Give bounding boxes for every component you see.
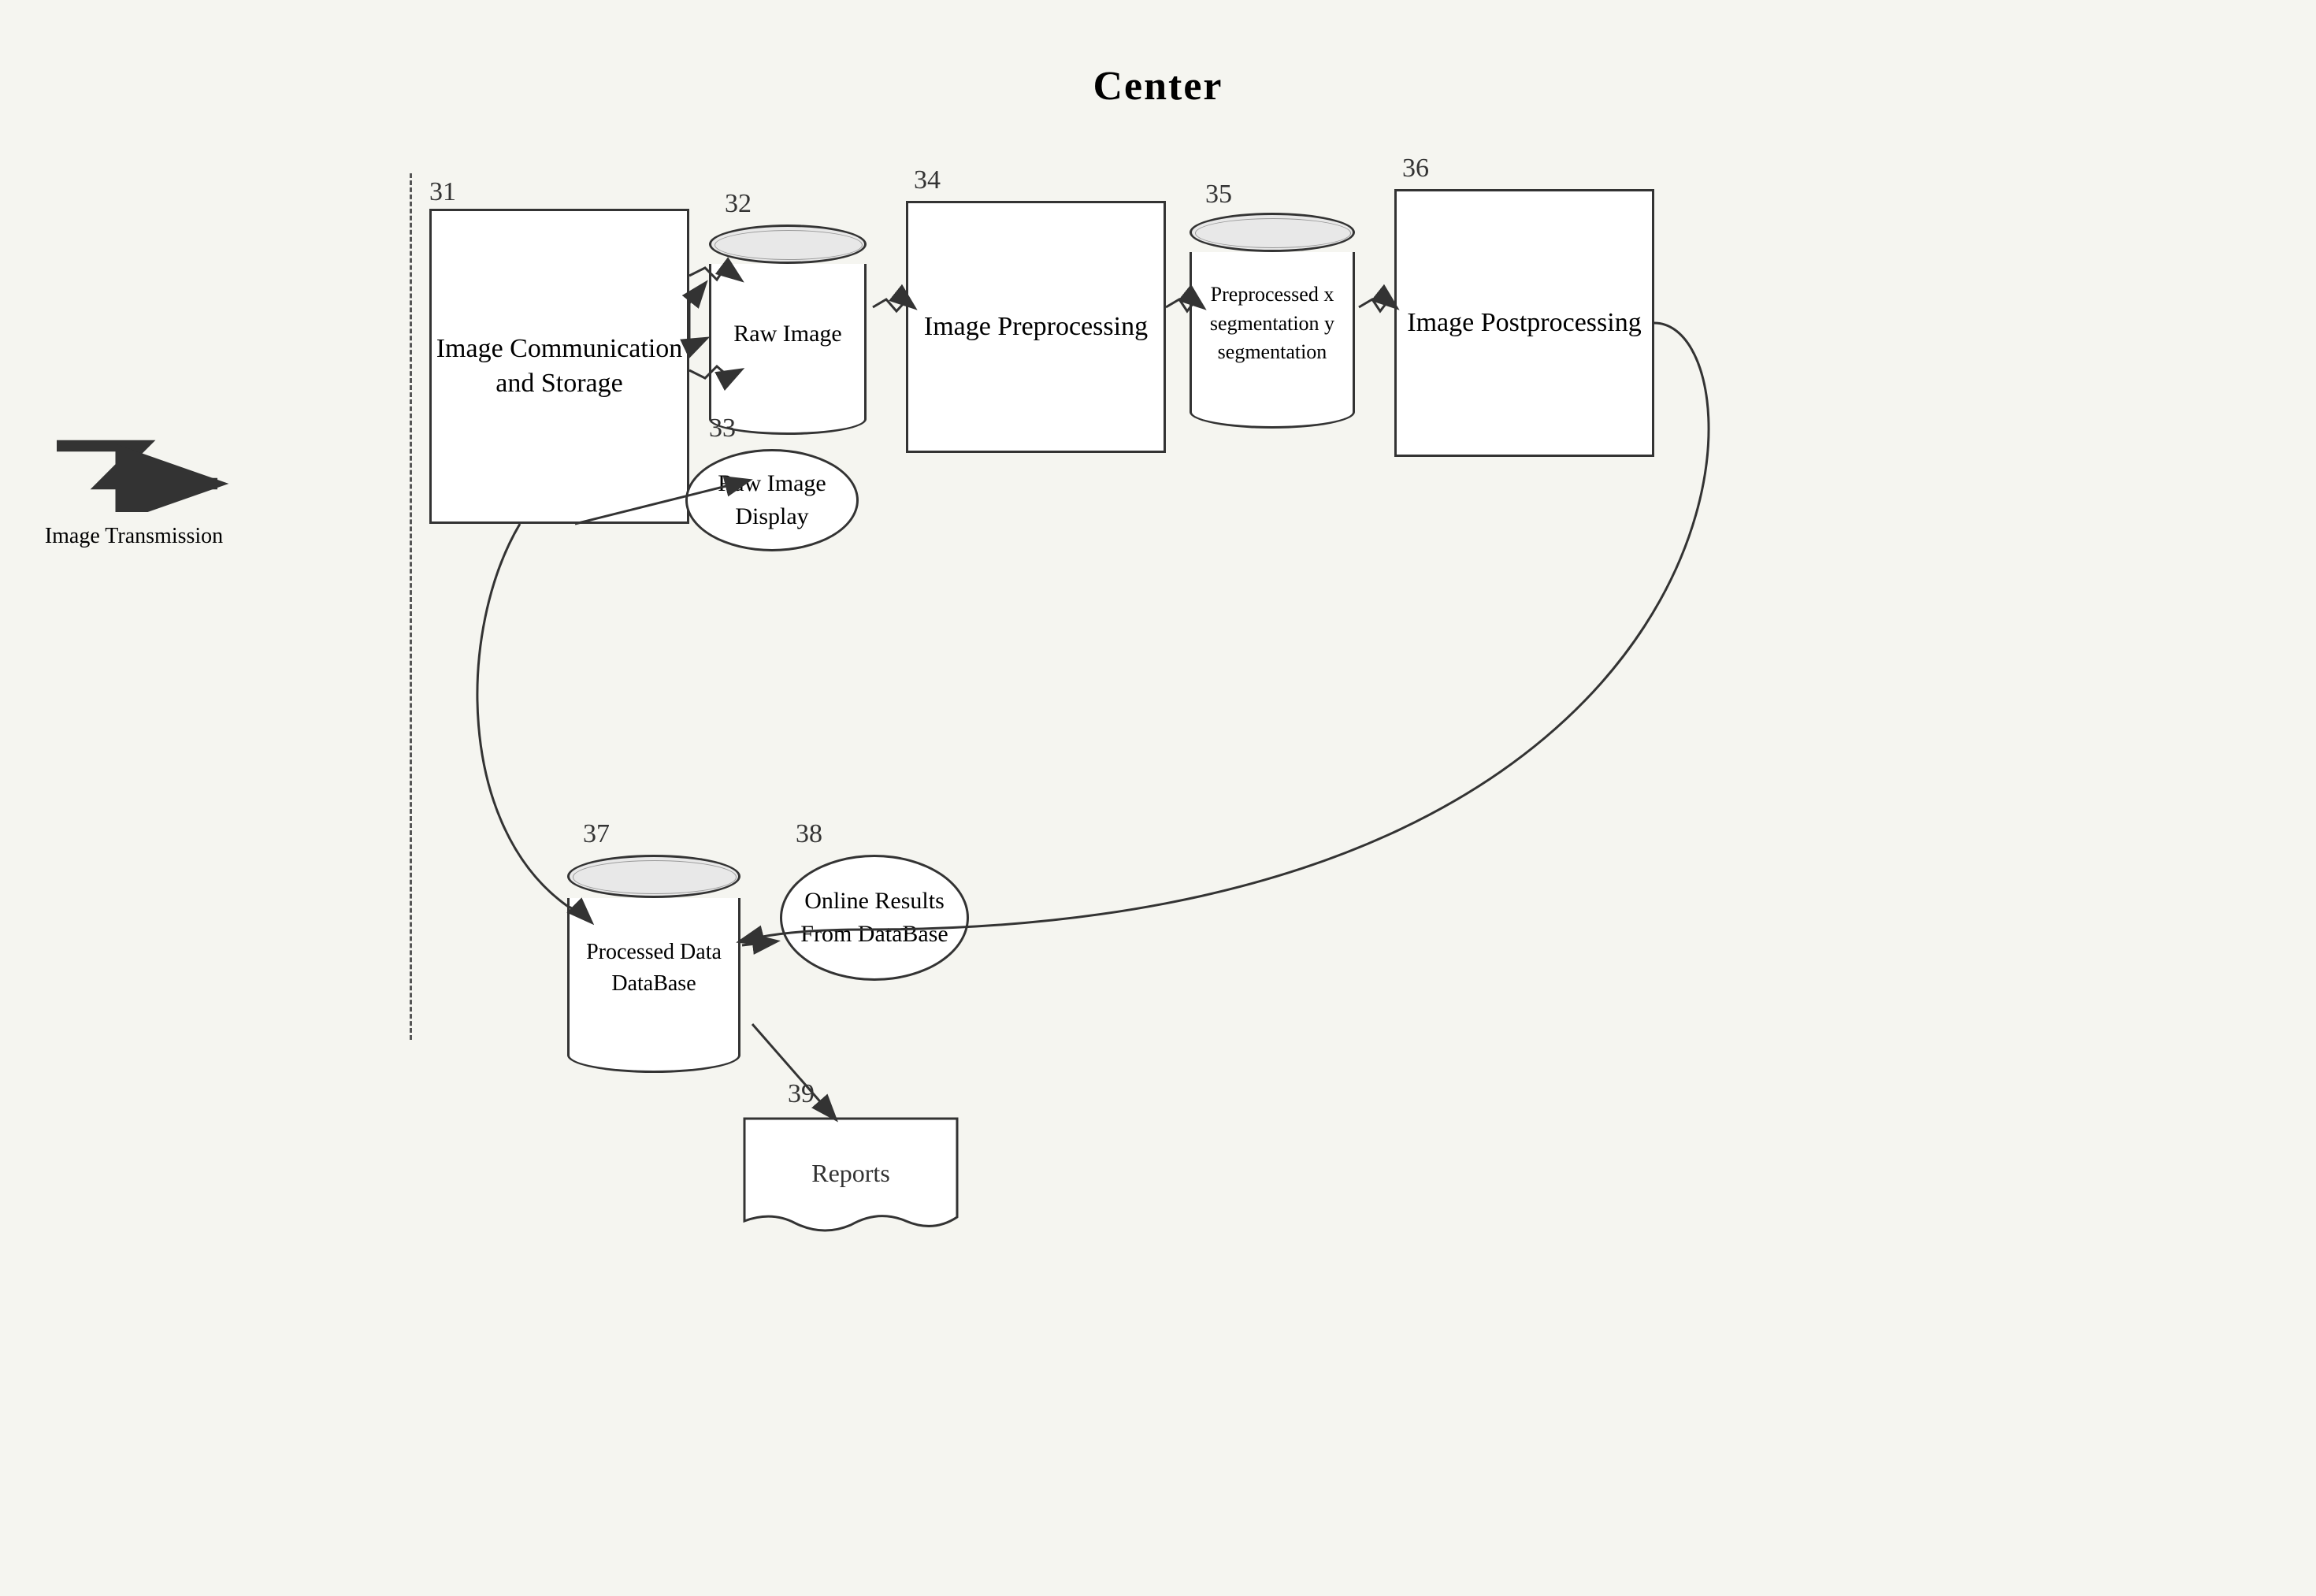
- box-image-preprocessing: Image Preprocessing: [906, 201, 1166, 453]
- image-preprocessing-label: Image Preprocessing: [924, 310, 1148, 344]
- svg-text:Reports: Reports: [811, 1159, 890, 1187]
- image-postprocessing-label: Image Postprocessing: [1407, 306, 1641, 340]
- oval-online-results: Online Results From DataBase: [780, 855, 969, 981]
- ref-37: 37: [583, 819, 610, 849]
- raw-image-display-label: Raw Image Display: [688, 467, 856, 533]
- ref-34: 34: [914, 165, 941, 195]
- dashed-line: [410, 173, 412, 1040]
- ref-33: 33: [709, 414, 736, 444]
- raw-image-label: Raw Image: [733, 317, 841, 351]
- image-communication-label: Image Communication and Storage: [432, 332, 687, 401]
- ref-32: 32: [725, 189, 752, 219]
- oval-raw-image-display: Raw Image Display: [685, 449, 859, 551]
- reports-shape: Reports: [740, 1115, 961, 1249]
- ref-31: 31: [429, 177, 456, 207]
- ref-39: 39: [788, 1079, 815, 1109]
- ref-35: 35: [1205, 180, 1232, 210]
- cylinder-processed-db: Processed Data DataBase: [567, 855, 740, 1073]
- online-results-label: Online Results From DataBase: [782, 885, 967, 951]
- cylinder-preprocessed: Preprocessed x segmentation y segmentati…: [1190, 213, 1355, 429]
- preprocessed-label: Preprocessed x segmentation y segmentati…: [1200, 280, 1345, 366]
- page-title: Center: [1093, 63, 1223, 109]
- ref-36: 36: [1402, 154, 1429, 184]
- box-image-postprocessing: Image Postprocessing: [1394, 189, 1654, 457]
- transmission-label: Image Transmission: [43, 524, 225, 549]
- box-image-communication: Image Communication and Storage: [429, 209, 689, 524]
- ref-38: 38: [796, 819, 822, 849]
- processed-db-label: Processed Data DataBase: [577, 937, 730, 998]
- transmission-arrow-svg: [47, 418, 236, 512]
- cylinder-raw-image: Raw Image: [709, 225, 867, 435]
